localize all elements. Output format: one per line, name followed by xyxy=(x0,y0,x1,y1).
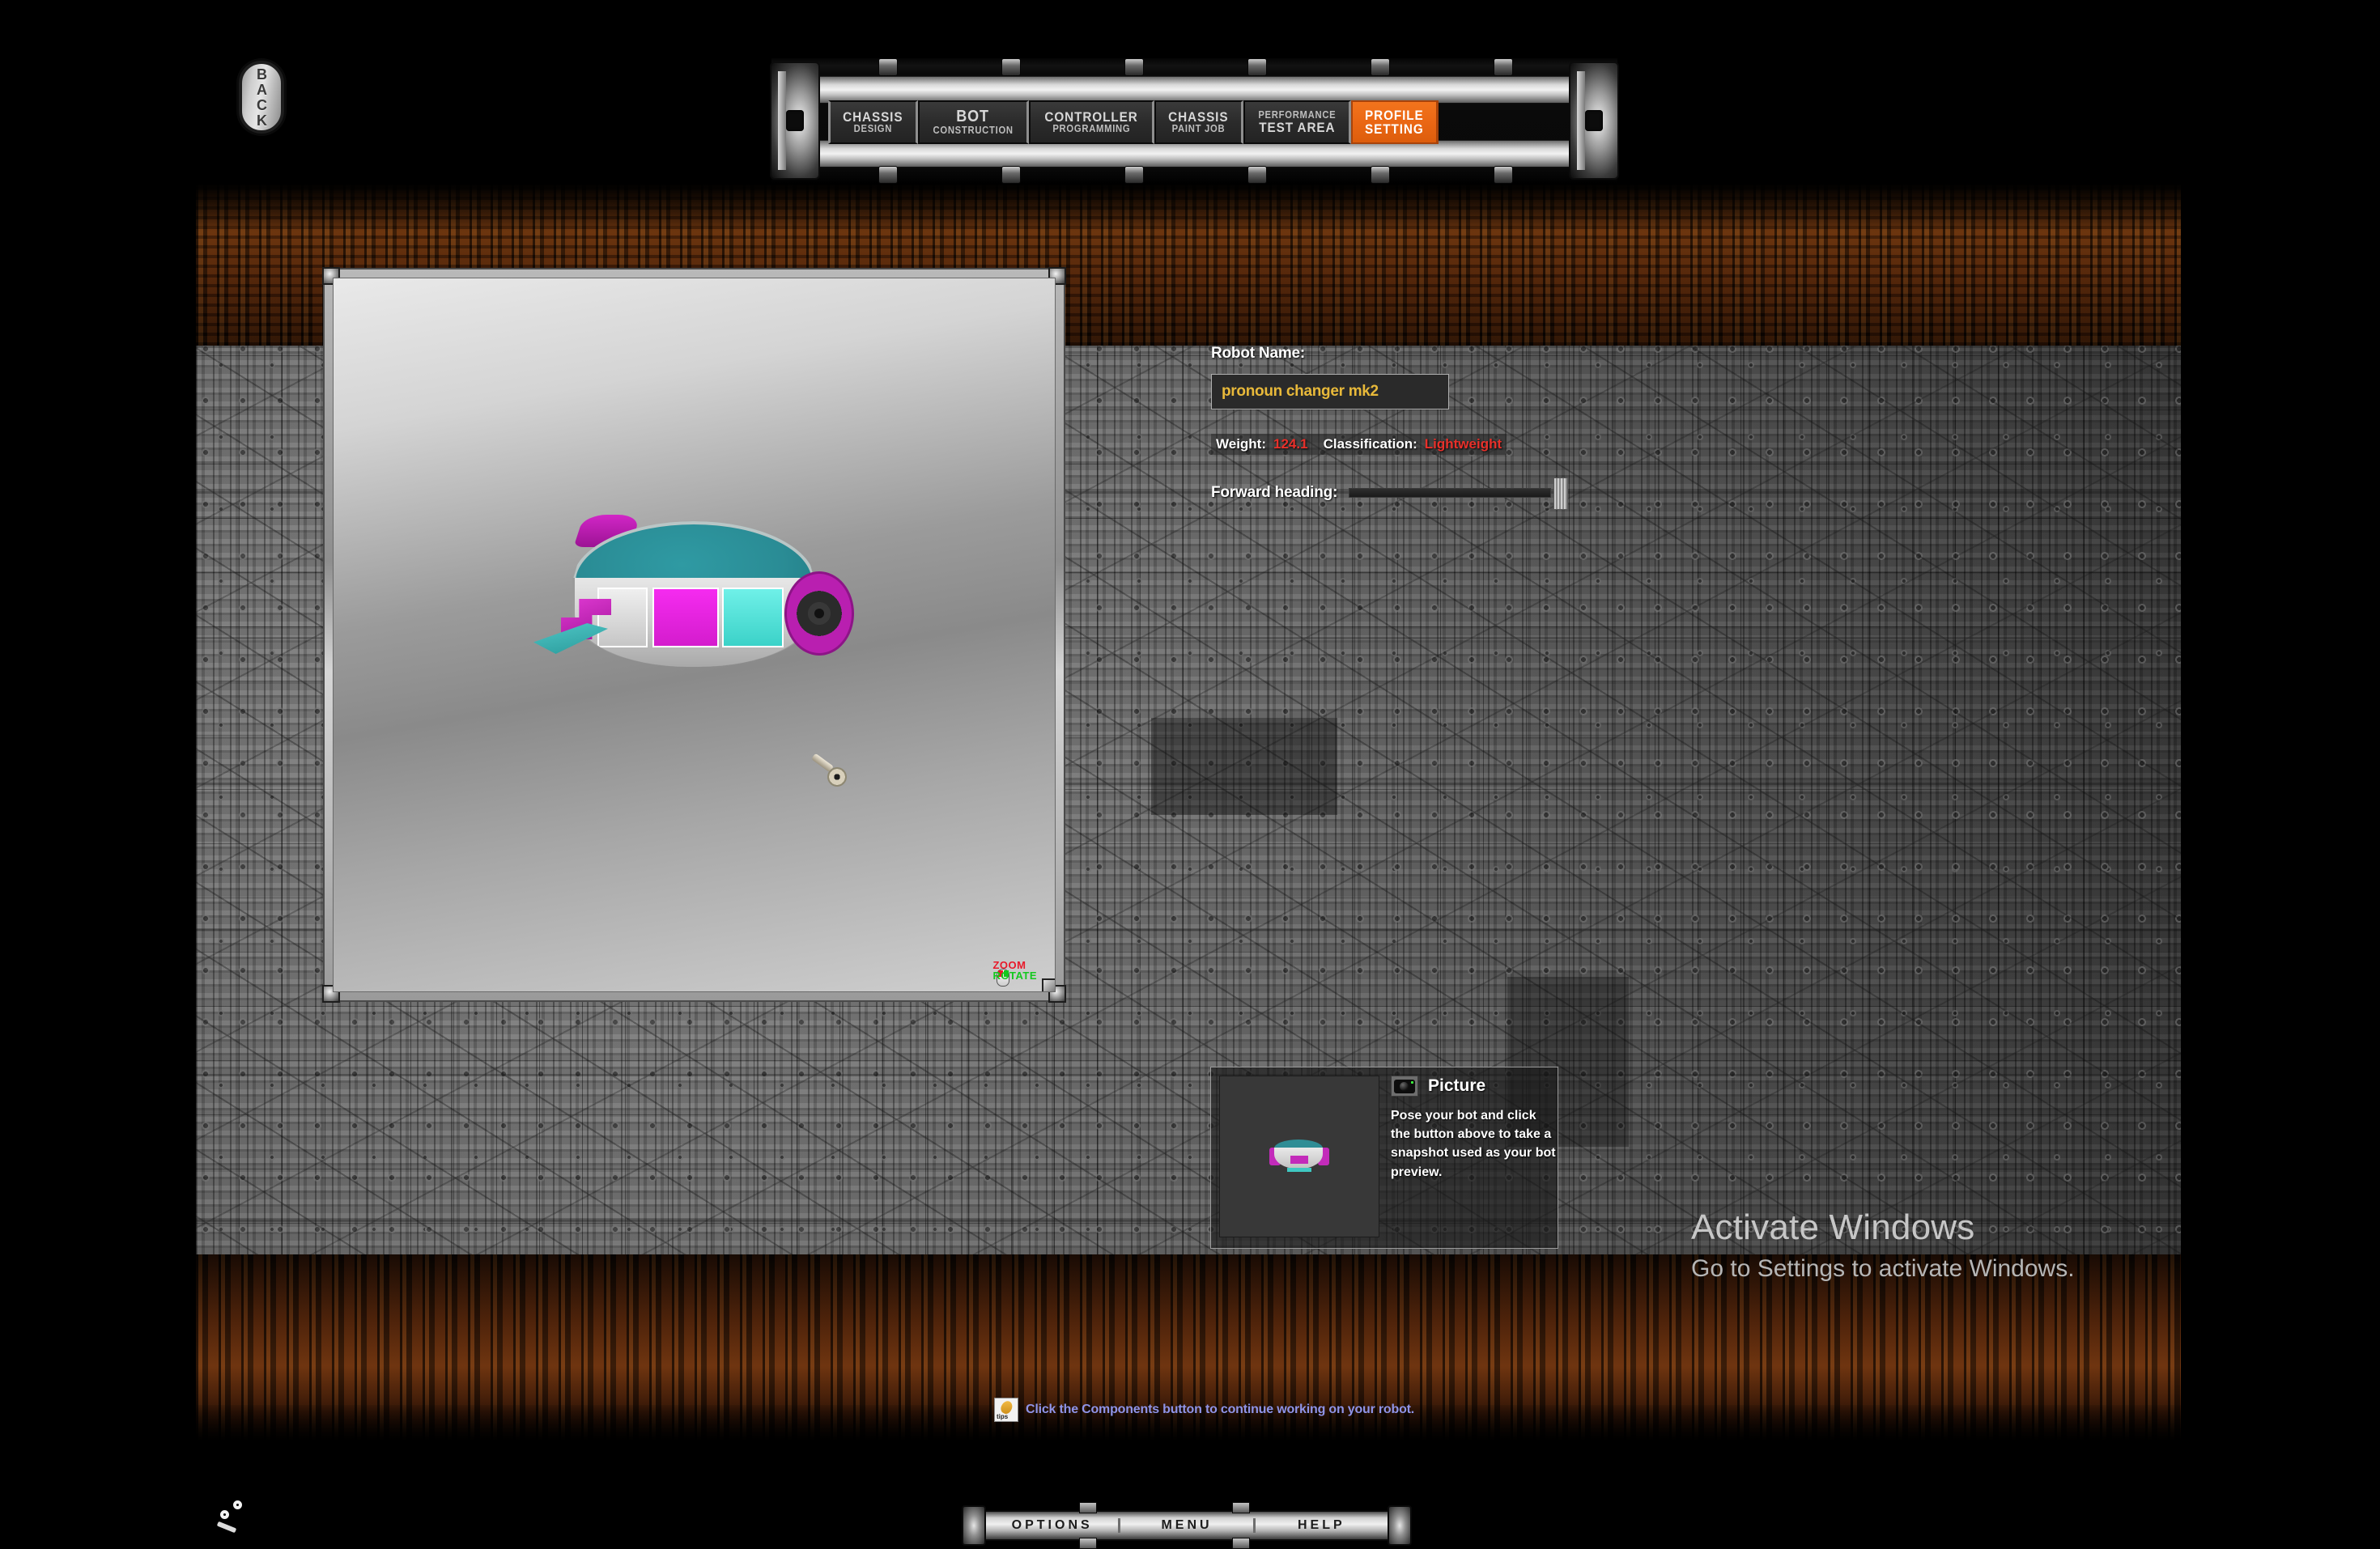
tab-label-line2: SETTING xyxy=(1365,121,1424,137)
viewport-resize-handle[interactable] xyxy=(1042,978,1055,991)
tab-controller-programming[interactable]: CONTROLLER PROGRAMMING xyxy=(1028,100,1154,144)
back-button[interactable]: BACK xyxy=(239,61,284,134)
forward-heading-label: Forward heading: xyxy=(1211,484,1338,501)
tab-list: CHASSIS DESIGN BOT CONSTRUCTION CONTROLL… xyxy=(828,100,1439,144)
menu-button[interactable]: MENU xyxy=(1120,1518,1256,1533)
tab-label-line2: PAINT JOB xyxy=(1171,123,1226,135)
cursor-marker-group xyxy=(209,1496,257,1536)
preview-bar-part xyxy=(1287,1168,1311,1172)
toolbar-bolt xyxy=(1231,1502,1250,1513)
nav-bolt xyxy=(1494,58,1513,76)
forward-heading-row: Forward heading: xyxy=(1211,477,1569,510)
tab-chassis-design[interactable]: CHASSIS DESIGN xyxy=(828,100,918,144)
tab-performance-test-area[interactable]: PERFORMANCE TEST AREA xyxy=(1243,100,1352,144)
rotate-hint-label: ROTATE xyxy=(992,970,1037,982)
nav-endcap-left xyxy=(770,62,820,180)
picture-panel-header: Picture xyxy=(1391,1076,1559,1097)
bottom-toolbar: OPTIONS MENU HELP xyxy=(962,1502,1412,1549)
toolbar-endcap-right xyxy=(1388,1505,1412,1546)
robot-panel-cyan xyxy=(722,588,784,647)
preview-core-part xyxy=(1290,1156,1308,1164)
toolbar-bolt xyxy=(1078,1502,1097,1513)
robot-right-wheel xyxy=(784,571,854,656)
edge-fade-top xyxy=(196,184,2181,226)
model-viewport-frame: ZOOM ROTATE xyxy=(322,267,1066,1003)
viewport-control-hints: ZOOM ROTATE xyxy=(992,960,1037,982)
tab-profile-setting[interactable]: PROFILE SETTING xyxy=(1351,100,1439,144)
cursor-ring-icon xyxy=(233,1500,242,1509)
tab-label-line2: DESIGN xyxy=(853,123,893,135)
nav-bolt xyxy=(878,58,898,76)
nav-bolt xyxy=(1001,58,1021,76)
robot-model[interactable] xyxy=(533,515,854,683)
bottom-toolbar-plate: OPTIONS MENU HELP xyxy=(984,1510,1389,1541)
nav-bolt xyxy=(1371,166,1390,184)
tab-bot-construction[interactable]: BOT CONSTRUCTION xyxy=(917,100,1029,144)
nav-bolt xyxy=(1001,166,1021,184)
nav-bolt xyxy=(1124,166,1144,184)
camera-glyph xyxy=(1394,1079,1415,1093)
tip-bar: tips Click the Components button to cont… xyxy=(994,1398,1414,1422)
weight-value: 124.1 xyxy=(1273,436,1308,452)
nav-rail-top xyxy=(818,76,1570,104)
weapon-gear-icon xyxy=(827,767,847,787)
lightbulb-tip-icon: tips xyxy=(994,1398,1018,1422)
camera-icon[interactable] xyxy=(1391,1076,1418,1097)
robot-chassis-body xyxy=(572,578,815,667)
nav-bolt xyxy=(1124,58,1144,76)
nav-rail-bottom xyxy=(818,140,1570,168)
tab-label-line1: CHASSIS xyxy=(843,108,903,125)
bot-preview-thumbnail[interactable] xyxy=(1219,1076,1379,1237)
tab-label-line1: BOT xyxy=(956,108,990,126)
toolbar-endcap-left xyxy=(962,1505,986,1546)
tab-label-line1: CHASSIS xyxy=(1168,108,1229,125)
weight-label: Weight: xyxy=(1216,436,1267,452)
nav-bolt xyxy=(1371,58,1390,76)
cursor-ring-icon xyxy=(220,1510,229,1519)
bottom-toolbar-items: OPTIONS MENU HELP xyxy=(986,1512,1388,1539)
tab-label-line2: PROGRAMMING xyxy=(1052,123,1130,135)
zoom-hint-label: ZOOM xyxy=(992,958,1026,971)
robot-name-label: Robot Name: xyxy=(1211,345,1306,362)
nav-bolt xyxy=(878,166,898,184)
tip-icon-label: tips xyxy=(997,1413,1009,1420)
tab-label-line1: CONTROLLER xyxy=(1044,108,1138,125)
nav-bolt xyxy=(1494,166,1513,184)
picture-panel-description: Pose your bot and click the button above… xyxy=(1391,1109,1556,1179)
tab-label-line1: PROFILE xyxy=(1365,107,1424,123)
forward-heading-slider[interactable] xyxy=(1349,477,1569,510)
robot-3d-viewport[interactable]: ZOOM ROTATE xyxy=(333,278,1056,992)
nav-endcap-right xyxy=(1569,62,1619,180)
back-button-label: BACK xyxy=(253,66,270,128)
robot-panel-grey xyxy=(597,588,648,647)
options-button[interactable]: OPTIONS xyxy=(986,1518,1121,1533)
loose-weapon-part[interactable] xyxy=(811,753,847,787)
nav-bolt xyxy=(1247,166,1267,184)
tip-message: Click the Components button to continue … xyxy=(1026,1403,1415,1416)
cursor-tail xyxy=(216,1521,237,1534)
bot-preview-image xyxy=(1269,1139,1329,1173)
classification-value: Lightweight xyxy=(1424,436,1502,452)
top-navigation-bar: CHASSIS DESIGN BOT CONSTRUCTION CONTROLL… xyxy=(770,58,1619,184)
picture-panel: Picture Pose your bot and click the butt… xyxy=(1210,1067,1558,1249)
classification-label: Classification: xyxy=(1323,436,1417,452)
robot-profile-info-panel: Robot Name: pronoun changer mk2 Weight: … xyxy=(1211,345,1569,510)
picture-panel-title: Picture xyxy=(1428,1076,1486,1095)
robot-panel-magenta xyxy=(652,588,719,647)
robot-name-input[interactable]: pronoun changer mk2 xyxy=(1211,374,1449,410)
picture-panel-content: Picture Pose your bot and click the butt… xyxy=(1391,1076,1559,1240)
help-button[interactable]: HELP xyxy=(1256,1518,1388,1533)
nav-bolt xyxy=(1247,58,1267,76)
tab-label-line2: TEST AREA xyxy=(1258,119,1335,135)
forward-heading-slider-knob[interactable] xyxy=(1553,477,1569,510)
tab-chassis-paint-job[interactable]: CHASSIS PAINT JOB xyxy=(1154,100,1243,144)
tab-label-line2: CONSTRUCTION xyxy=(933,124,1014,136)
robot-stats-row: Weight: 124.1 Classification: Lightweigh… xyxy=(1211,434,1507,455)
